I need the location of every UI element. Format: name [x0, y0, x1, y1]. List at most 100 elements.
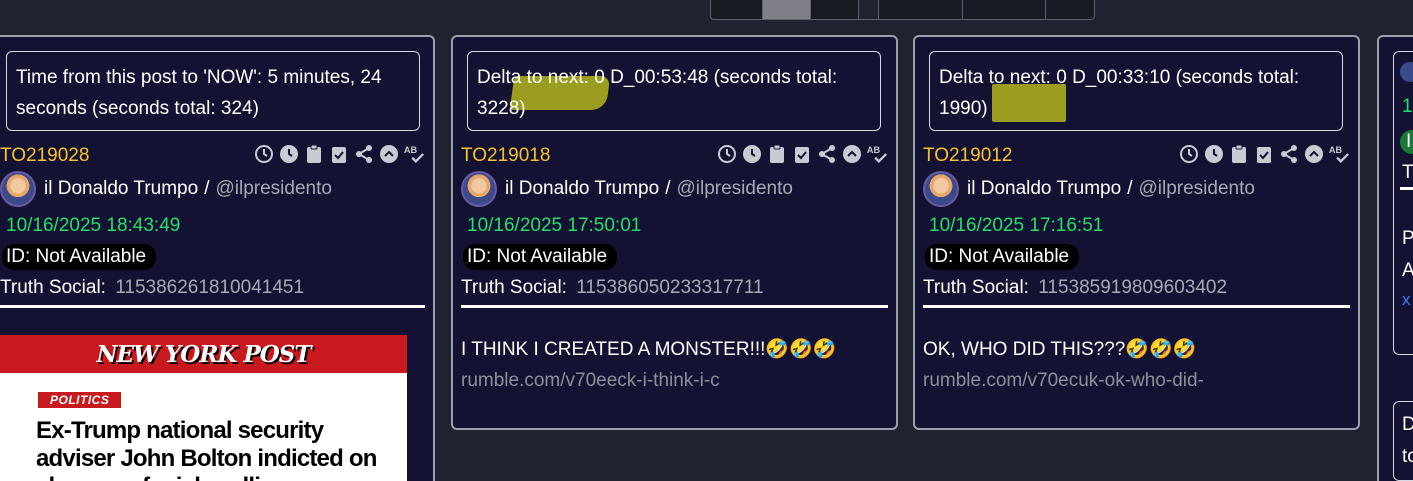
clipboard-icon[interactable]: [766, 143, 788, 165]
clock-icon[interactable]: [1203, 143, 1225, 165]
chevron-up-circle-icon[interactable]: [378, 143, 400, 165]
history-icon[interactable]: [253, 143, 275, 165]
section-badge: POLITICS: [38, 392, 122, 408]
partial-delta-1: D: [1402, 414, 1413, 435]
clipboard-check-icon[interactable]: [328, 143, 350, 165]
svg-text:AB: AB: [867, 145, 881, 155]
delta-text: Time from this post to 'NOW': 5 minutes,…: [16, 67, 382, 119]
author-row: il Donaldo Trumpo / @ilpresidento: [923, 171, 1255, 207]
top-tab-5[interactable]: [963, 0, 1046, 19]
share-icon[interactable]: [353, 143, 375, 165]
id-pill: ID: Not Available: [463, 244, 618, 270]
truth-social-id[interactable]: 115386050233317711: [576, 277, 763, 298]
clock-icon[interactable]: [278, 143, 300, 165]
author-separator: /: [665, 178, 671, 199]
post-id[interactable]: TO219012: [923, 145, 1012, 167]
partial-truth: T: [1402, 162, 1413, 183]
delta-box: Delta to next: 0 D_00:53:48 (seconds tot…: [467, 51, 881, 131]
post-datetime: 10/16/2025 18:43:49: [6, 215, 181, 236]
author-name[interactable]: il Donaldo Trumpo: [967, 178, 1121, 200]
chevron-up-circle-icon[interactable]: [1303, 143, 1325, 165]
nyp-header-bar: NEW YORK POST: [0, 335, 407, 373]
partial-content-2: A: [1402, 260, 1413, 281]
top-tab-control: [710, 0, 1095, 20]
truth-social-line: Truth Social: 115386050233317711: [461, 277, 764, 299]
author-row: il Donaldo Trumpo / @ilpresidento: [0, 171, 332, 207]
truth-social-label: Truth Social:: [0, 277, 106, 298]
chevron-up-circle-icon[interactable]: [841, 143, 863, 165]
nyp-logo: NEW YORK POST: [96, 340, 311, 368]
partial-delta-box: D to: [1393, 401, 1413, 481]
avatar[interactable]: [461, 171, 497, 207]
author-name[interactable]: il Donaldo Trumpo: [44, 178, 198, 200]
partial-avatar: [1400, 62, 1413, 82]
truth-social-label: Truth Social:: [923, 277, 1029, 298]
spellcheck-icon[interactable]: AB: [866, 143, 888, 165]
top-tab-gap: [859, 0, 879, 19]
truth-social-line: Truth Social: 115386261810041451: [0, 277, 304, 299]
action-icons: AB: [1178, 143, 1350, 165]
svg-text:AB: AB: [1329, 145, 1343, 155]
delta-box: Time from this post to 'NOW': 5 minutes,…: [6, 51, 420, 131]
divider: [461, 305, 888, 308]
svg-text:AB: AB: [404, 145, 418, 155]
post-datetime: 10/16/2025 17:50:01: [467, 215, 642, 236]
post-link[interactable]: rumble.com/v70ecuk-ok-who-did-: [923, 370, 1204, 392]
divider: [0, 305, 425, 308]
truth-social-label: Truth Social:: [461, 277, 567, 298]
author-handle[interactable]: @ilpresidento: [215, 178, 331, 200]
post-datetime: 10/16/2025 17:16:51: [929, 215, 1104, 236]
top-tab-3[interactable]: [811, 0, 859, 19]
top-tab-4[interactable]: [879, 0, 963, 19]
action-icons: AB: [716, 143, 888, 165]
post-id[interactable]: TO219028: [0, 145, 89, 167]
preview-headline: Ex-Trump national security adviser John …: [36, 417, 377, 481]
truth-social-id[interactable]: 115385919809603402: [1038, 277, 1227, 298]
history-icon[interactable]: [1178, 143, 1200, 165]
post-content: I THINK I CREATED A MONSTER!!!🤣🤣🤣: [461, 339, 837, 360]
author-name[interactable]: il Donaldo Trumpo: [505, 178, 659, 200]
clipboard-icon[interactable]: [303, 143, 325, 165]
avatar[interactable]: [923, 171, 959, 207]
share-icon[interactable]: [816, 143, 838, 165]
author-separator: /: [1127, 178, 1133, 199]
partial-content-box: 1 I T P A x: [1393, 51, 1413, 355]
top-tab-1[interactable]: [711, 0, 763, 19]
id-pill: ID: Not Available: [2, 244, 157, 270]
author-row: il Donaldo Trumpo / @ilpresidento: [461, 171, 793, 207]
delta-text: Delta to next: 0 D_00:33:10 (seconds tot…: [939, 67, 1300, 119]
share-icon[interactable]: [1278, 143, 1300, 165]
clipboard-icon[interactable]: [1228, 143, 1250, 165]
clipboard-check-icon[interactable]: [1253, 143, 1275, 165]
truth-social-id[interactable]: 115386261810041451: [115, 277, 304, 298]
delta-text: Delta to next: 0 D_00:53:48 (seconds tot…: [477, 67, 838, 119]
post-card: Time from this post to 'NOW': 5 minutes,…: [0, 35, 435, 481]
partial-id: I: [1406, 131, 1412, 152]
post-id[interactable]: TO219018: [461, 145, 550, 167]
clock-icon[interactable]: [741, 143, 763, 165]
author-separator: /: [204, 178, 210, 199]
avatar[interactable]: [0, 171, 36, 207]
clipboard-check-icon[interactable]: [791, 143, 813, 165]
post-card-partial: 1 I T P A x D to: [1377, 35, 1413, 481]
history-icon[interactable]: [716, 143, 738, 165]
post-content: OK, WHO DID THIS???🤣🤣🤣: [923, 339, 1197, 360]
partial-delta-2: to: [1402, 446, 1413, 467]
author-handle[interactable]: @ilpresidento: [676, 178, 792, 200]
post-card: Delta to next: 0 D_00:33:10 (seconds tot…: [913, 35, 1360, 430]
top-tab-2[interactable]: [763, 0, 811, 19]
author-handle[interactable]: @ilpresidento: [1138, 178, 1254, 200]
partial-content-1: P: [1402, 228, 1413, 249]
partial-date: 1: [1402, 96, 1413, 117]
link-preview-image[interactable]: NEW YORK POST POLITICS Ex-Trump national…: [0, 335, 407, 481]
partial-link[interactable]: x: [1402, 290, 1411, 310]
action-icons: AB: [253, 143, 425, 165]
highlighter-mark: [992, 84, 1066, 122]
post-link[interactable]: rumble.com/v70eeck-i-think-i-c: [461, 370, 720, 392]
spellcheck-icon[interactable]: AB: [403, 143, 425, 165]
top-tab-6[interactable]: [1046, 0, 1094, 19]
id-pill: ID: Not Available: [925, 244, 1080, 270]
spellcheck-icon[interactable]: AB: [1328, 143, 1350, 165]
partial-divider: [1400, 187, 1413, 190]
delta-box: Delta to next: 0 D_00:33:10 (seconds tot…: [929, 51, 1343, 131]
